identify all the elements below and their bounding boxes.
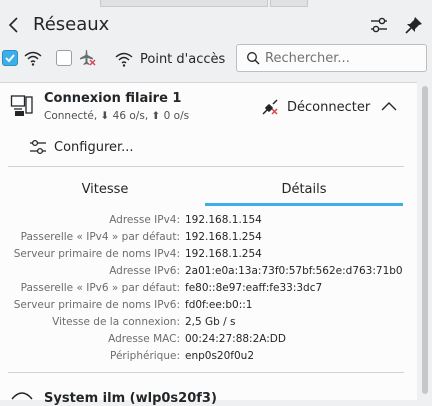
detail-value: fd0f:ee:b0::1: [185, 299, 253, 311]
connection-status: Connecté, ⬇ 46 o/s, ⬆ 0 o/s: [44, 110, 190, 122]
detail-label: Périphérique:: [110, 350, 180, 362]
connection-name: Connexion filaire 1: [44, 91, 182, 106]
search-field[interactable]: [236, 44, 427, 72]
scrollbar-thumb[interactable]: [422, 86, 428, 394]
detail-row: Passerelle « IPv4 » par défaut: 192.168.…: [0, 229, 417, 246]
detail-label: Adresse MAC:: [108, 333, 180, 345]
configure-label: Configurer...: [54, 139, 134, 155]
disconnect-label: Déconnecter: [287, 99, 371, 115]
airplane-mode-icon: [77, 49, 97, 67]
collapse-details-button[interactable]: [380, 98, 398, 116]
scrollbar[interactable]: [418, 82, 432, 399]
hotspot-label: Point d'accès: [140, 51, 226, 67]
detail-value: 192.168.1.154: [185, 214, 262, 226]
top-edge-segment: [100, 0, 268, 7]
airplane-mode-checkbox[interactable]: [56, 50, 72, 66]
wifi-hotspot-icon: [115, 52, 133, 67]
detail-label: Serveur primaire de noms IPv6:: [13, 299, 180, 311]
page-title: Réseaux: [33, 14, 110, 35]
detail-label: Passerelle « IPv6 » par défaut:: [20, 282, 180, 294]
disconnect-button[interactable]: Déconnecter: [260, 96, 370, 118]
detail-row: Adresse MAC: 00:24:27:88:2A:DD: [0, 331, 417, 348]
detail-value: 2a01:e0a:13a:73f0:57bf:562e:d763:71b0: [185, 265, 403, 277]
detail-row: Serveur primaire de noms IPv4: 192.168.1…: [0, 246, 417, 263]
pin-icon: [405, 17, 422, 34]
detail-label: Adresse IPv4:: [109, 214, 180, 226]
wifi-enable-checkbox[interactable]: [2, 50, 18, 66]
detail-row: Adresse IPv6: 2a01:e0a:13a:73f0:57bf:562…: [0, 263, 417, 280]
configure-network-button[interactable]: [368, 14, 390, 36]
settings-sliders-icon: [371, 17, 387, 33]
detail-row: Périphérique: enp0s20f0u2: [0, 348, 417, 365]
window-top-edge: [0, 0, 432, 8]
settings-sliders-icon: [30, 139, 46, 155]
divider: [8, 166, 404, 167]
chevron-up-icon: [381, 102, 397, 111]
detail-value: fe80::8e97:eaff:fe33:3dc7: [185, 282, 323, 294]
search-icon: [247, 52, 260, 65]
detail-value: 2,5 Gb / s: [185, 316, 236, 328]
back-button[interactable]: [4, 14, 24, 36]
divider: [8, 372, 404, 373]
detail-row: Passerelle « IPv6 » par défaut: fe80::8e…: [0, 280, 417, 297]
checkmark-icon: [5, 54, 15, 63]
detail-row: Serveur primaire de noms IPv6: fd0f:ee:b…: [0, 297, 417, 314]
detail-value: 192.168.1.254: [185, 231, 262, 243]
hotspot-button[interactable]: Point d'accès: [114, 50, 225, 68]
wifi-icon: [23, 49, 43, 67]
detail-value: enp0s20f0u2: [185, 350, 255, 362]
pin-button[interactable]: [403, 14, 425, 36]
detail-label: Passerelle « IPv4 » par défaut:: [20, 231, 180, 243]
chevron-left-icon: [8, 17, 18, 33]
detail-row: Vitesse de la connexion: 2,5 Gb / s: [0, 314, 417, 331]
tab-speed[interactable]: Vitesse: [6, 176, 204, 206]
detail-value: 192.168.1.254: [185, 248, 262, 260]
disconnect-plug-icon: [262, 99, 278, 115]
detail-value: 00:24:27:88:2A:DD: [185, 333, 286, 345]
tab-details[interactable]: Détails: [205, 176, 403, 206]
configure-connection-button[interactable]: Configurer...: [29, 137, 134, 157]
detail-row: Adresse IPv4: 192.168.1.154: [0, 212, 417, 229]
top-edge-segment: [270, 0, 308, 7]
detail-label: Vitesse de la connexion:: [52, 316, 180, 328]
wired-network-icon: [10, 93, 34, 117]
search-input[interactable]: [265, 49, 415, 67]
detail-label: Adresse IPv6:: [109, 265, 180, 277]
detail-label: Serveur primaire de noms IPv4:: [13, 248, 180, 260]
